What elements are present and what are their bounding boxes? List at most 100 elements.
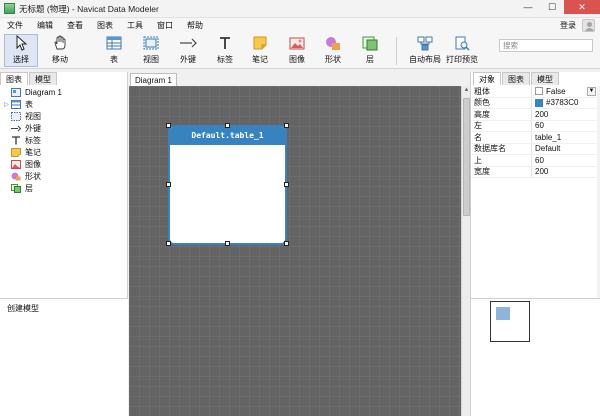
maximize-button[interactable]: ☐ [540,0,564,14]
property-key: 上 [471,155,532,166]
property-row-name[interactable]: 名 table_1 [471,132,597,144]
menu-file[interactable]: 文件 [0,20,30,31]
resize-handle-nw[interactable] [166,123,171,128]
resize-handle-sw[interactable] [166,241,171,246]
auto-layout-button[interactable]: 自动布局 [408,35,442,67]
label-tool-button[interactable]: 标签 [208,35,242,67]
property-key: 粗体 [471,86,532,97]
auto-layout-label: 自动布局 [409,55,441,64]
note-tool-button[interactable]: 笔记 [243,35,277,67]
scrollbar-thumb[interactable] [463,98,470,216]
tab-diagram[interactable]: 图表 [0,72,28,85]
property-value[interactable]: table_1 [532,132,597,143]
resize-handle-e[interactable] [284,182,289,187]
tab-model[interactable]: 模型 [29,72,57,85]
property-value[interactable]: False ▼ [532,86,597,97]
select-tool-button[interactable]: 选择 [4,34,38,67]
tree-item-shapes[interactable]: 形状 [2,170,126,182]
view-icon [142,35,160,51]
close-button[interactable]: ✕ [564,0,600,14]
search-input[interactable] [499,39,593,52]
property-row-color[interactable]: 颜色 #3783C0 [471,97,597,109]
right-panel-tabs: 对象 图表 模型 [473,72,560,86]
tree-item-labels[interactable]: 标签 [2,134,126,146]
property-value[interactable]: Default [532,144,597,155]
diagram-canvas[interactable]: Default.table_1 [129,86,461,416]
cursor-icon [12,35,30,51]
login-link[interactable]: 登录 [560,20,576,31]
shape-tool-button[interactable]: 形状 [316,35,350,67]
table-entity[interactable]: Default.table_1 [168,125,287,245]
tree-label-tables: 表 [25,99,33,109]
property-value[interactable]: #3783C0 [532,98,597,109]
property-row-width[interactable]: 宽度 200 [471,166,597,178]
print-preview-button[interactable]: 打印预览 [445,35,479,67]
property-row-database-name[interactable]: 数据库名 Default [471,143,597,155]
view-tool-button[interactable]: 视图 [134,35,168,67]
tree-item-notes[interactable]: 笔记 [2,146,126,158]
move-tool-label: 移动 [52,55,68,64]
menu-window[interactable]: 窗口 [150,20,180,31]
minimize-button[interactable]: — [516,0,540,14]
toolbar-separator [396,37,397,65]
note-tool-label: 笔记 [252,55,268,64]
tab-diagram[interactable]: 图表 [502,72,530,85]
image-icon [11,159,21,169]
vertical-scrollbar[interactable]: ▲ [461,86,470,416]
menu-edit[interactable]: 编辑 [30,20,60,31]
tree-label-foreign-keys: 外键 [25,123,41,133]
property-key: 颜色 [471,97,532,108]
create-model-text: 创建模型 [7,304,39,313]
user-avatar-icon[interactable] [582,19,595,32]
menu-help[interactable]: 帮助 [180,20,210,31]
color-swatch[interactable] [535,98,543,107]
tree-label-images: 图像 [25,159,41,169]
tree-label-diagram: Diagram 1 [25,87,62,97]
bold-checkbox[interactable] [535,87,543,96]
property-value[interactable]: 200 [532,109,597,120]
minimap-viewport[interactable] [496,307,510,320]
tree-item-foreign-keys[interactable]: 外键 [2,122,126,134]
tab-object[interactable]: 对象 [473,72,501,85]
property-value[interactable]: 60 [532,121,597,132]
chevron-down-icon[interactable]: ▼ [587,86,596,96]
move-tool-button[interactable]: 移动 [43,35,77,67]
resize-handle-n[interactable] [225,123,230,128]
property-row-top[interactable]: 上 60 [471,155,597,167]
minimap[interactable] [490,301,530,342]
property-row-left[interactable]: 左 60 [471,120,597,132]
resize-handle-s[interactable] [225,241,230,246]
table-tool-button[interactable]: 表 [97,35,131,67]
resize-handle-w[interactable] [166,182,171,187]
menu-tools[interactable]: 工具 [120,20,150,31]
tree-item-views[interactable]: 视图 [2,110,126,122]
foreign-key-tool-button[interactable]: 外键 [171,35,205,67]
tab-diagram-1[interactable]: Diagram 1 [130,73,177,86]
expand-arrow-icon[interactable]: ▷ [2,101,11,108]
tree-item-tables[interactable]: ▷ 表 [2,98,126,110]
menu-diagram[interactable]: 图表 [90,20,120,31]
property-value[interactable]: 60 [532,155,597,166]
right-panel: 对象 图表 模型 粗体 False ▼ 颜色 #3783C0 高度 200 左 … [470,72,600,416]
property-value[interactable]: 200 [532,167,597,178]
layer-tool-button[interactable]: 层 [353,35,387,67]
title-bar: 无标题 (物理) - Navicat Data Modeler — ☐ ✕ [0,0,600,18]
text-label-icon [12,135,20,144]
property-row-bold[interactable]: 粗体 False ▼ [471,86,597,98]
view-tool-label: 视图 [143,55,159,64]
tree-item-images[interactable]: 图像 [2,158,126,170]
foreign-key-icon [11,125,21,131]
tab-model[interactable]: 模型 [531,72,559,85]
tree-item-diagram[interactable]: Diagram 1 [2,86,126,98]
property-row-height[interactable]: 高度 200 [471,109,597,121]
tree-label-views: 视图 [25,111,41,121]
properties-grid: 粗体 False ▼ 颜色 #3783C0 高度 200 左 60 名 tabl… [471,86,597,178]
tree-label-shapes: 形状 [25,171,41,181]
text-label-icon [216,35,234,51]
menu-view[interactable]: 查看 [60,20,90,31]
resize-handle-ne[interactable] [284,123,289,128]
image-tool-button[interactable]: 图像 [280,35,314,67]
scroll-up-arrow-icon[interactable]: ▲ [463,87,470,94]
resize-handle-se[interactable] [284,241,289,246]
tree-item-layers[interactable]: 层 [2,182,126,194]
